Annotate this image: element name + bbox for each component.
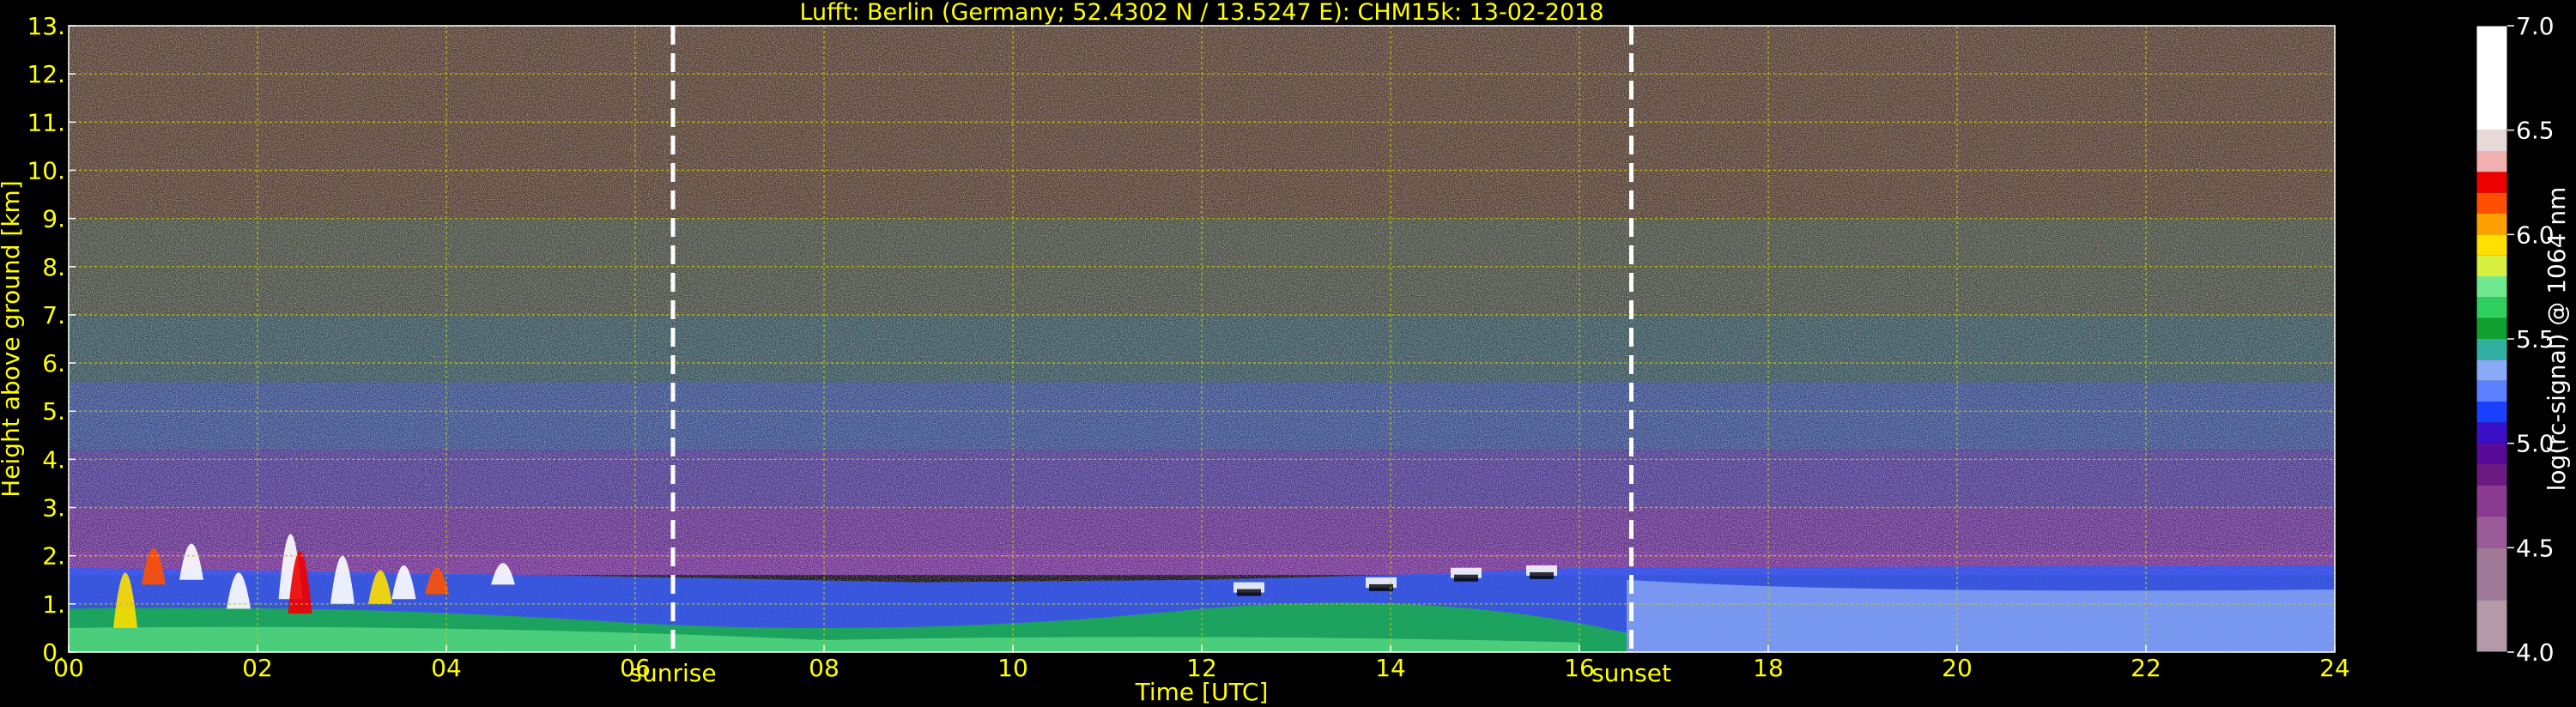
sun-marker-label: sunset [1591,659,1671,687]
y-tick-label: 2. [42,542,65,571]
lidar-heatmap-chart: sunrise sunset 00 02 04 06 08 10 12 14 16 18 20 22 24… [0,0,2571,706]
colorbar-segment [2476,130,2507,151]
x-tick-label: 16 [1564,654,1595,682]
colorbar-segment [2476,255,2507,276]
x-tick-label: 04 [431,654,462,682]
colorbar-segment [2476,360,2507,381]
cloud-shadow [1454,574,1478,582]
colorbar-segment [2476,464,2507,486]
colorbar-tick-label: 7.0 [2516,12,2555,40]
y-tick-label: 11. [27,108,65,136]
cloud-shadow [1530,571,1554,579]
colorbar-segment [2476,516,2507,548]
x-tick-label: 08 [809,654,839,682]
colorbar-tick-label: 4.0 [2516,638,2555,667]
x-tick-label: 14 [1375,654,1406,682]
y-tick-label: 8. [42,253,65,281]
y-tick-label: 3. [42,494,65,523]
y-tick-label: 5. [42,397,65,426]
x-tick-label: 18 [1753,654,1784,682]
colorbar-tick-label: 6.5 [2516,117,2555,145]
colorbar-segment [2476,297,2507,318]
colorbar-segment [2476,172,2507,193]
x-tick-label: 06 [620,654,651,682]
colorbar-tick-label: 4.5 [2516,534,2555,562]
x-tick-label: 24 [2319,654,2350,682]
y-axis-label: Height above ground [km] [0,180,25,498]
lidar-quicklook: sunrise sunset 00 02 04 06 08 10 12 14 16 18 20 22 24… [0,0,2576,707]
colorbar-segment [2476,443,2507,464]
colorbar-segment [2476,214,2507,235]
colorbar-label: log(rc-signal) @ 1064 nm [2543,187,2571,492]
y-tick-label: 1. [42,590,65,619]
y-tick-label: 13. [27,12,65,40]
x-axis-label: Time [UTC] [1135,678,1269,706]
colorbar-segment [2476,276,2507,298]
y-tick-label: 4. [42,445,65,474]
x-tick-label: 02 [242,654,273,682]
y-tick-label: 7. [42,301,65,329]
colorbar-segment [2476,547,2507,601]
colorbar-segment [2476,26,2507,130]
x-tick-label: 22 [2131,654,2161,682]
colorbar-segment [2476,317,2507,339]
chart-title: Lufft: Berlin (Germany; 52.4302 N / 13.5… [799,0,1603,26]
y-tick-label: 6. [42,349,65,378]
y-tick-label: 9. [42,205,65,233]
evening-aerosol-layer [1627,579,2335,652]
colorbar [2476,25,2508,653]
colorbar-segment [2476,485,2507,517]
colorbar-segment [2476,402,2507,423]
x-tick-label: 20 [1942,654,1973,682]
y-tick-label: 0. [42,638,65,667]
colorbar-segment [2476,234,2507,256]
colorbar-segment [2476,600,2507,652]
colorbar-segment [2476,192,2507,214]
colorbar-segment [2476,151,2507,172]
colorbar-segment [2476,339,2507,360]
x-tick-label: 10 [997,654,1028,682]
y-tick-label: 12. [27,60,65,88]
colorbar-segment [2476,380,2507,402]
y-tick-label: 10. [27,156,65,184]
cloud-shadow [1369,583,1393,591]
colorbar-segment [2476,422,2507,444]
cloud-shadow [1237,589,1261,596]
